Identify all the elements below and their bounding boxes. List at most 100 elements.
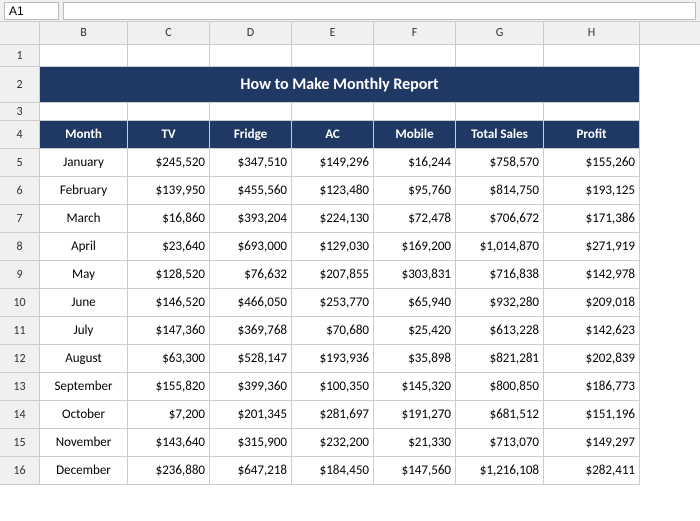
cell-d1[interactable] [210, 45, 292, 67]
cell-totalsales-7[interactable]: $821,281 [456, 345, 544, 373]
cell-fridge-3[interactable]: $693,000 [210, 233, 292, 261]
cell-tv-7[interactable]: $63,300 [128, 345, 210, 373]
cell-ac-9[interactable]: $281,697 [292, 401, 374, 429]
cell-month-7[interactable]: August [40, 345, 128, 373]
cell-mobile-6[interactable]: $25,420 [374, 317, 456, 345]
cell-b1[interactable] [40, 45, 128, 67]
cell-tv-6[interactable]: $147,360 [128, 317, 210, 345]
cell-profit-7[interactable]: $202,839 [544, 345, 640, 373]
cell-ac-1[interactable]: $123,480 [292, 177, 374, 205]
cell-totalsales-5[interactable]: $932,280 [456, 289, 544, 317]
cell-month-3[interactable]: April [40, 233, 128, 261]
cell-profit-6[interactable]: $142,623 [544, 317, 640, 345]
cell-tv-9[interactable]: $7,200 [128, 401, 210, 429]
cell-mobile-1[interactable]: $95,760 [374, 177, 456, 205]
cell-profit-3[interactable]: $271,919 [544, 233, 640, 261]
cell-ac-3[interactable]: $129,030 [292, 233, 374, 261]
cell-mobile-4[interactable]: $303,831 [374, 261, 456, 289]
cell-tv-11[interactable]: $236,880 [128, 457, 210, 485]
cell-f1[interactable] [374, 45, 456, 67]
cell-fridge-0[interactable]: $347,510 [210, 149, 292, 177]
cell-c1[interactable] [128, 45, 210, 67]
cell-totalsales-2[interactable]: $706,672 [456, 205, 544, 233]
cell-ac-11[interactable]: $184,450 [292, 457, 374, 485]
cell-profit-4[interactable]: $142,978 [544, 261, 640, 289]
cell-mobile-2[interactable]: $72,478 [374, 205, 456, 233]
cell-mobile-5[interactable]: $65,940 [374, 289, 456, 317]
cell-ac-4[interactable]: $207,855 [292, 261, 374, 289]
cell-fridge-9[interactable]: $201,345 [210, 401, 292, 429]
cell-tv-8[interactable]: $155,820 [128, 373, 210, 401]
cell-c3[interactable] [128, 103, 210, 121]
cell-month-2[interactable]: March [40, 205, 128, 233]
cell-fridge-10[interactable]: $315,900 [210, 429, 292, 457]
cell-totalsales-8[interactable]: $800,850 [456, 373, 544, 401]
cell-mobile-11[interactable]: $147,560 [374, 457, 456, 485]
cell-profit-8[interactable]: $186,773 [544, 373, 640, 401]
cell-g1[interactable] [456, 45, 544, 67]
cell-tv-1[interactable]: $139,950 [128, 177, 210, 205]
cell-month-5[interactable]: June [40, 289, 128, 317]
title-cell[interactable]: How to Make Monthly Report [40, 67, 640, 103]
formula-input[interactable] [63, 2, 696, 20]
cell-totalsales-6[interactable]: $613,228 [456, 317, 544, 345]
cell-e1[interactable] [292, 45, 374, 67]
cell-profit-10[interactable]: $149,297 [544, 429, 640, 457]
cell-totalsales-11[interactable]: $1,216,108 [456, 457, 544, 485]
cell-fridge-1[interactable]: $455,560 [210, 177, 292, 205]
cell-mobile-3[interactable]: $169,200 [374, 233, 456, 261]
cell-fridge-7[interactable]: $528,147 [210, 345, 292, 373]
cell-mobile-10[interactable]: $21,330 [374, 429, 456, 457]
cell-fridge-4[interactable]: $76,632 [210, 261, 292, 289]
cell-fridge-11[interactable]: $647,218 [210, 457, 292, 485]
cell-ac-10[interactable]: $232,200 [292, 429, 374, 457]
cell-month-6[interactable]: July [40, 317, 128, 345]
cell-mobile-9[interactable]: $191,270 [374, 401, 456, 429]
cell-ac-0[interactable]: $149,296 [292, 149, 374, 177]
cell-tv-3[interactable]: $23,640 [128, 233, 210, 261]
cell-profit-2[interactable]: $171,386 [544, 205, 640, 233]
cell-month-11[interactable]: December [40, 457, 128, 485]
cell-profit-0[interactable]: $155,260 [544, 149, 640, 177]
cell-fridge-2[interactable]: $393,204 [210, 205, 292, 233]
cell-fridge-8[interactable]: $399,360 [210, 373, 292, 401]
cell-profit-11[interactable]: $282,411 [544, 457, 640, 485]
cell-month-9[interactable]: October [40, 401, 128, 429]
cell-month-4[interactable]: May [40, 261, 128, 289]
cell-h1[interactable] [544, 45, 640, 67]
cell-ac-7[interactable]: $193,936 [292, 345, 374, 373]
cell-g3[interactable] [456, 103, 544, 121]
cell-tv-0[interactable]: $245,520 [128, 149, 210, 177]
cell-totalsales-4[interactable]: $716,838 [456, 261, 544, 289]
cell-tv-4[interactable]: $128,520 [128, 261, 210, 289]
cell-mobile-8[interactable]: $145,320 [374, 373, 456, 401]
cell-ac-8[interactable]: $100,350 [292, 373, 374, 401]
cell-totalsales-1[interactable]: $814,750 [456, 177, 544, 205]
cell-month-1[interactable]: February [40, 177, 128, 205]
cell-d3[interactable] [210, 103, 292, 121]
cell-mobile-0[interactable]: $16,244 [374, 149, 456, 177]
cell-profit-9[interactable]: $151,196 [544, 401, 640, 429]
cell-month-0[interactable]: January [40, 149, 128, 177]
cell-month-10[interactable]: November [40, 429, 128, 457]
cell-tv-10[interactable]: $143,640 [128, 429, 210, 457]
cell-fridge-5[interactable]: $466,050 [210, 289, 292, 317]
cell-profit-1[interactable]: $193,125 [544, 177, 640, 205]
cell-mobile-7[interactable]: $35,898 [374, 345, 456, 373]
cell-totalsales-10[interactable]: $713,070 [456, 429, 544, 457]
cell-tv-2[interactable]: $16,860 [128, 205, 210, 233]
cell-month-8[interactable]: September [40, 373, 128, 401]
cell-totalsales-9[interactable]: $681,512 [456, 401, 544, 429]
cell-e3[interactable] [292, 103, 374, 121]
cell-totalsales-3[interactable]: $1,014,870 [456, 233, 544, 261]
cell-totalsales-0[interactable]: $758,570 [456, 149, 544, 177]
name-box[interactable] [4, 2, 59, 20]
cell-h3[interactable] [544, 103, 640, 121]
cell-ac-2[interactable]: $224,130 [292, 205, 374, 233]
cell-ac-6[interactable]: $70,680 [292, 317, 374, 345]
cell-ac-5[interactable]: $253,770 [292, 289, 374, 317]
cell-tv-5[interactable]: $146,520 [128, 289, 210, 317]
cell-profit-5[interactable]: $209,018 [544, 289, 640, 317]
cell-b3[interactable] [40, 103, 128, 121]
cell-fridge-6[interactable]: $369,768 [210, 317, 292, 345]
